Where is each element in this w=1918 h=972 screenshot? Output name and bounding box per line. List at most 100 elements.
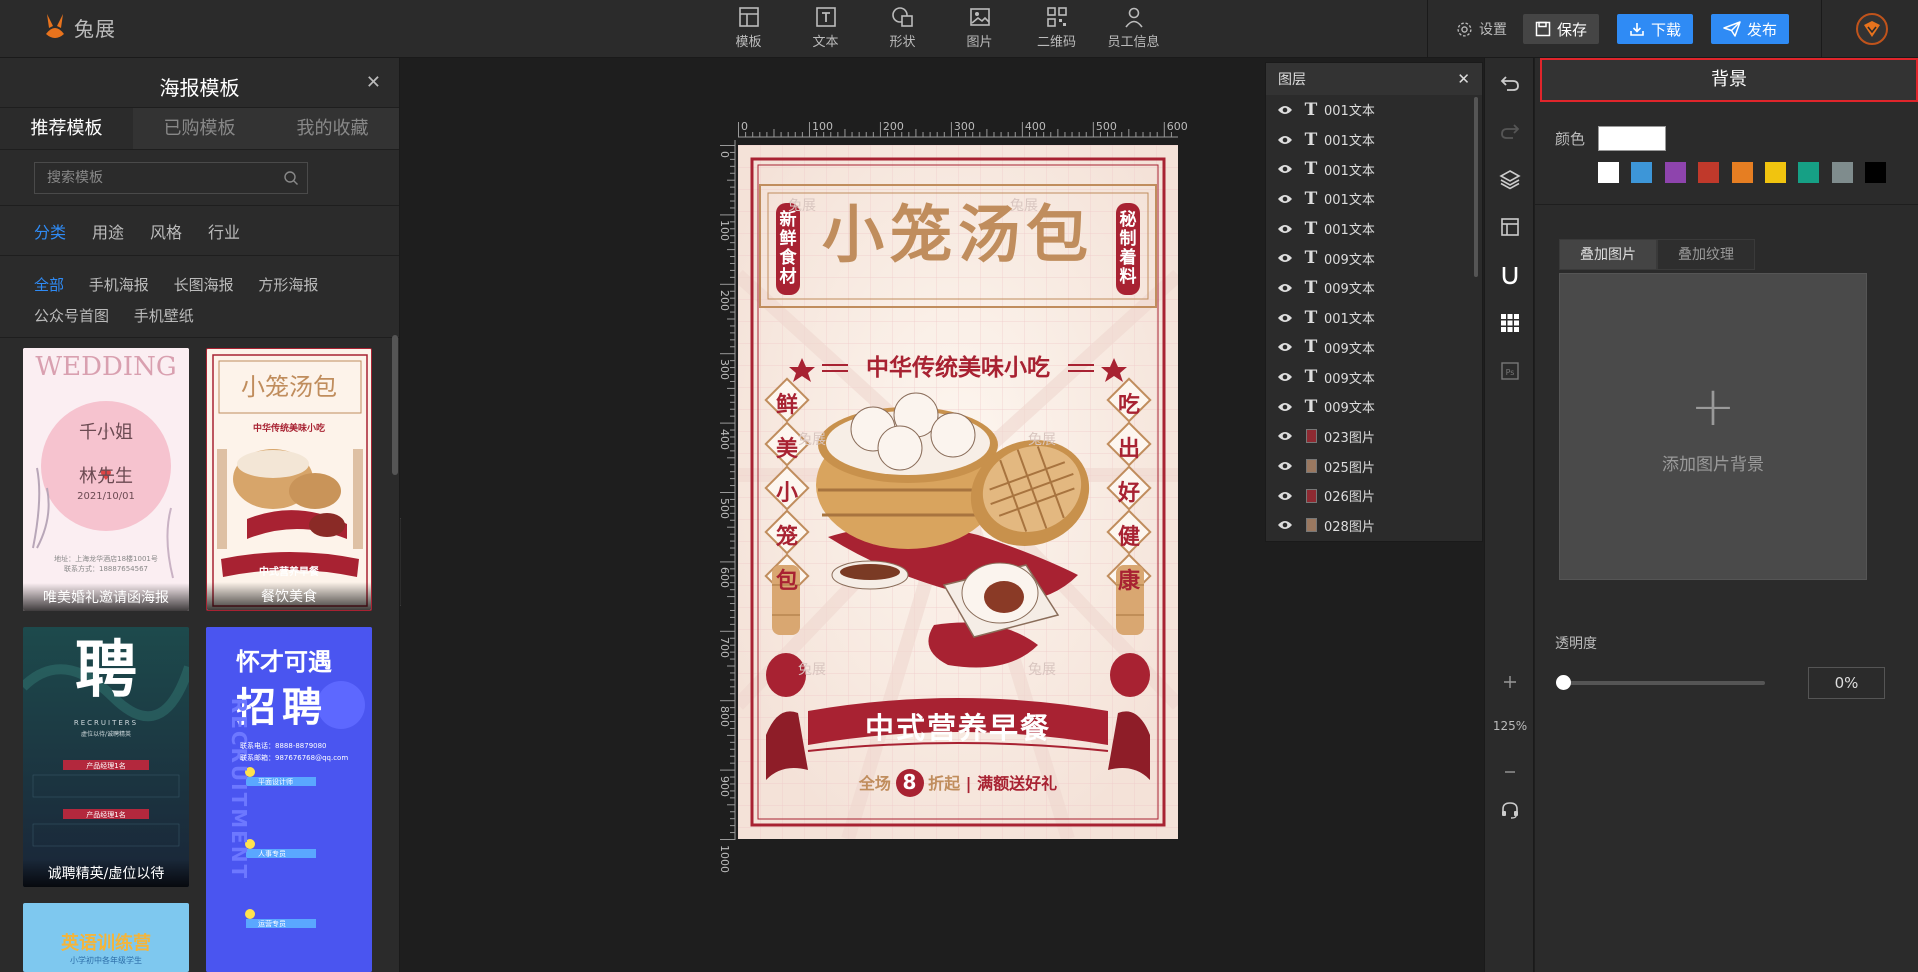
- template-card-english-camp[interactable]: 英语训练营 小学初中各年级学生: [23, 903, 189, 972]
- subfilter-square-poster[interactable]: 方形海报: [258, 270, 318, 301]
- layer-row[interactable]: 023图片: [1266, 422, 1482, 452]
- subfilter-mobile-poster[interactable]: 手机海报: [89, 270, 149, 301]
- poster-left-column[interactable]: 鲜 美 小 笼 包: [774, 387, 800, 607]
- poster-promo[interactable]: 全场 8 折起 | 满额送好礼: [738, 770, 1178, 794]
- brand-logo[interactable]: 兔展: [42, 12, 116, 42]
- template-card-food[interactable]: 小笼汤包 中华传统美味小吃 中式营养早餐 餐饮美食: [206, 348, 372, 611]
- color-swatch[interactable]: [1798, 162, 1820, 183]
- undo-button[interactable]: [1485, 72, 1535, 94]
- layer-row[interactable]: T 009文本: [1266, 273, 1482, 303]
- color-swatch[interactable]: [1764, 162, 1786, 183]
- eye-icon[interactable]: [1266, 460, 1304, 472]
- eye-icon[interactable]: [1266, 282, 1304, 294]
- settings-button[interactable]: 设置: [1456, 19, 1507, 39]
- redo-button[interactable]: [1485, 120, 1535, 142]
- zoom-out-button[interactable]: [1485, 764, 1535, 780]
- layers-scrollbar[interactable]: [1474, 97, 1478, 277]
- filter-usage[interactable]: 用途: [92, 219, 124, 243]
- eye-icon[interactable]: [1266, 163, 1304, 175]
- poster-canvas[interactable]: 小笼汤包 新鲜食材 秘制着料 中华传统美味小吃 鲜 美 小 笼 包 吃 出 好 …: [738, 145, 1178, 839]
- filter-style[interactable]: 风格: [150, 219, 182, 243]
- template-card-recruit-blue[interactable]: 怀才可遇 招聘 RECRUITMENT 联系电话：8888-8879080 联系…: [206, 627, 372, 972]
- layer-row[interactable]: T 009文本: [1266, 333, 1482, 363]
- poster-title[interactable]: 小笼汤包: [798, 195, 1118, 276]
- poster-right-column[interactable]: 吃 出 好 健 康: [1116, 387, 1142, 607]
- tab-purchased[interactable]: 已购模板: [133, 108, 266, 149]
- layer-row[interactable]: T 001文本: [1266, 214, 1482, 244]
- opacity-input[interactable]: 0%: [1808, 667, 1885, 699]
- tool-qrcode[interactable]: 二维码: [1018, 6, 1095, 50]
- tab-overlay-texture[interactable]: 叠加纹理: [1657, 239, 1755, 270]
- search-input[interactable]: [35, 163, 307, 193]
- eye-icon[interactable]: [1266, 430, 1304, 442]
- layer-row[interactable]: 026图片: [1266, 481, 1482, 511]
- subfilter-wallpaper[interactable]: 手机壁纸: [134, 301, 194, 332]
- eye-icon[interactable]: [1266, 193, 1304, 205]
- publish-button[interactable]: 发布: [1710, 14, 1789, 44]
- download-button[interactable]: 下载: [1616, 14, 1693, 44]
- subfilter-all[interactable]: 全部: [34, 270, 64, 301]
- color-swatch[interactable]: [1598, 162, 1619, 183]
- tool-image[interactable]: 图片: [941, 6, 1018, 50]
- subfilter-long-poster[interactable]: 长图海报: [174, 270, 234, 301]
- support-button[interactable]: [1485, 800, 1535, 820]
- layer-row[interactable]: T 009文本: [1266, 392, 1482, 422]
- subfilter-wechat-cover[interactable]: 公众号首图: [34, 301, 109, 332]
- psd-import-button[interactable]: Ps: [1485, 360, 1535, 382]
- tab-favorites[interactable]: 我的收藏: [266, 108, 399, 149]
- zoom-in-button[interactable]: [1485, 674, 1535, 690]
- layer-row[interactable]: T 001文本: [1266, 303, 1482, 333]
- grid-toggle-button[interactable]: [1485, 312, 1535, 334]
- color-swatch[interactable]: [1865, 162, 1887, 183]
- template-card-wedding[interactable]: ❤ ♥ WEDDING 千小姐 林先生 2021/10/01 地址：上海龙华酒店…: [23, 348, 189, 611]
- layer-row[interactable]: T 001文本: [1266, 184, 1482, 214]
- opacity-slider-handle[interactable]: [1556, 675, 1571, 690]
- eye-icon[interactable]: [1266, 519, 1304, 531]
- tool-template[interactable]: 模板: [710, 6, 787, 50]
- save-button[interactable]: 保存: [1522, 14, 1599, 44]
- add-background-image-button[interactable]: + 添加图片背景: [1559, 273, 1867, 580]
- eye-icon[interactable]: [1266, 401, 1304, 413]
- close-icon[interactable]: ✕: [366, 72, 381, 93]
- eye-icon[interactable]: [1266, 104, 1304, 116]
- filter-industry[interactable]: 行业: [208, 219, 240, 243]
- eye-icon[interactable]: [1266, 252, 1304, 264]
- color-swatch[interactable]: [1731, 162, 1753, 183]
- layer-row[interactable]: T 001文本: [1266, 154, 1482, 184]
- tab-recommended[interactable]: 推荐模板: [0, 108, 133, 149]
- color-swatch[interactable]: [1831, 162, 1853, 183]
- poster-right-tag[interactable]: 秘制着料: [1116, 211, 1140, 287]
- layer-row[interactable]: T 001文本: [1266, 95, 1482, 125]
- magnet-snap-button[interactable]: [1485, 264, 1535, 286]
- template-card-recruit-dark[interactable]: 聘 RECRUITERS 虚位以待/诚聘精英 产品经理1名 产品经理1名 诚聘精…: [23, 627, 189, 887]
- close-icon[interactable]: ✕: [1457, 70, 1470, 88]
- eye-icon[interactable]: [1266, 134, 1304, 146]
- layers-toggle-button[interactable]: [1485, 168, 1535, 190]
- poster-subtitle[interactable]: 中华传统美味小吃: [848, 348, 1068, 382]
- layer-row[interactable]: T 009文本: [1266, 243, 1482, 273]
- color-swatch[interactable]: [1698, 162, 1720, 183]
- layer-row[interactable]: 028图片: [1266, 511, 1482, 541]
- layer-row[interactable]: 025图片: [1266, 451, 1482, 481]
- template-scrollbar[interactable]: [392, 335, 398, 475]
- page-settings-button[interactable]: [1485, 216, 1535, 238]
- poster-left-tag[interactable]: 新鲜食材: [776, 211, 800, 287]
- tab-overlay-image[interactable]: 叠加图片: [1559, 239, 1657, 270]
- eye-icon[interactable]: [1266, 371, 1304, 383]
- tool-text[interactable]: 文本: [787, 6, 864, 50]
- search-icon[interactable]: [283, 170, 299, 186]
- poster-banner[interactable]: 中式营养早餐: [818, 705, 1098, 747]
- tool-staff-info[interactable]: 员工信息: [1095, 6, 1172, 50]
- layer-row[interactable]: T 009文本: [1266, 362, 1482, 392]
- color-swatch[interactable]: [1631, 162, 1653, 183]
- eye-icon[interactable]: [1266, 312, 1304, 324]
- color-swatch[interactable]: [1664, 162, 1686, 183]
- eye-icon[interactable]: [1266, 341, 1304, 353]
- layer-row[interactable]: T 001文本: [1266, 125, 1482, 155]
- eye-icon[interactable]: [1266, 490, 1304, 502]
- filter-category[interactable]: 分类: [34, 219, 66, 243]
- tool-shape[interactable]: 形状: [864, 6, 941, 50]
- eye-icon[interactable]: [1266, 223, 1304, 235]
- opacity-slider-track[interactable]: [1563, 681, 1765, 685]
- avatar[interactable]: [1856, 13, 1888, 45]
